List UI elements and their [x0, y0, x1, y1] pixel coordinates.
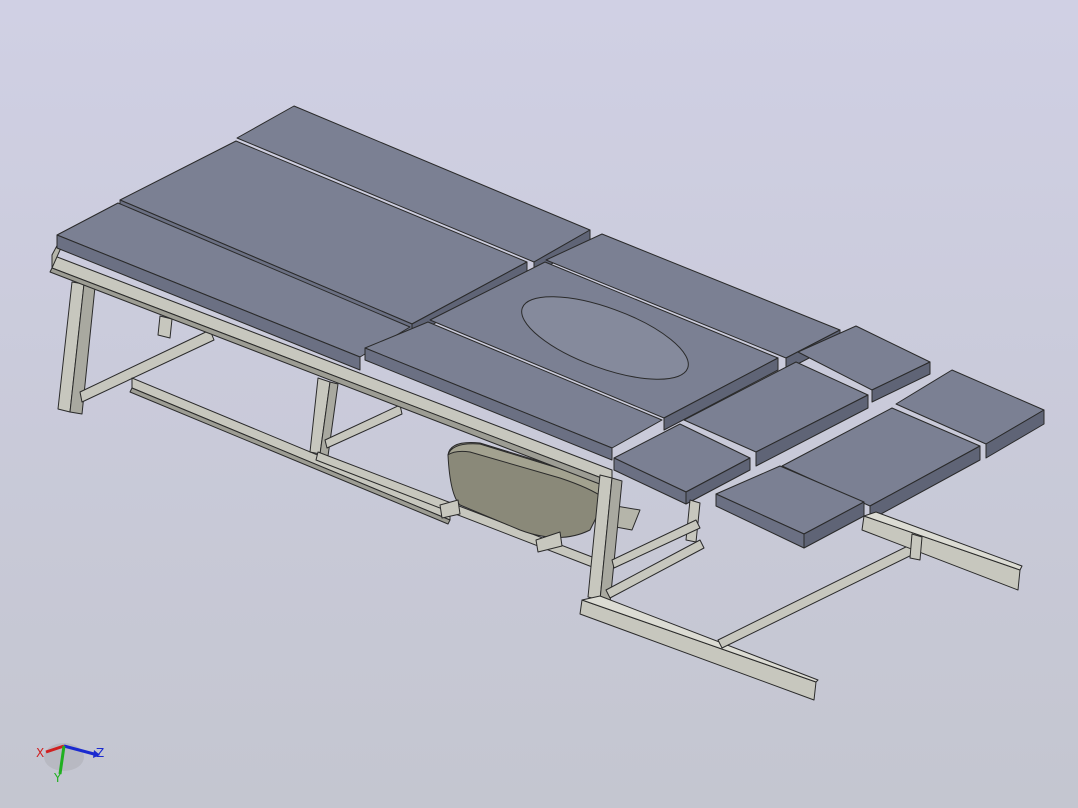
x-axis-label: X	[36, 746, 44, 760]
y-axis-label: Y	[53, 771, 62, 785]
model-viewport[interactable]: X Z Y	[0, 0, 1078, 808]
model-canvas[interactable]: X Z Y	[0, 0, 1078, 808]
coordinate-triad: X Z Y	[36, 743, 104, 785]
z-axis-label: Z	[96, 746, 104, 760]
